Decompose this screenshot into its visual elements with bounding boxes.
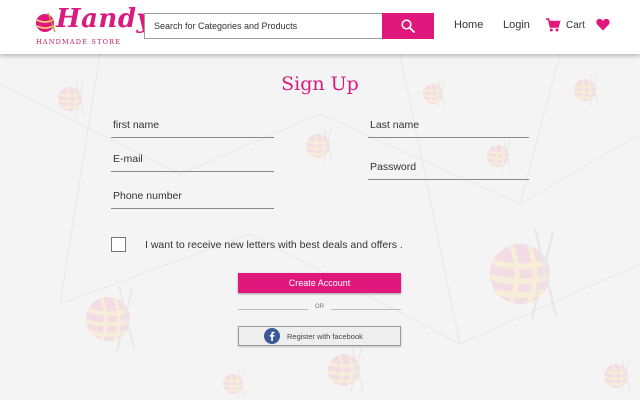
nav-cart-link[interactable]: Cart — [566, 20, 585, 31]
newsletter-label: I want to receive new letters with best … — [145, 239, 403, 251]
top-header: Handy HANDMADE STORE Home Login Cart — [0, 0, 640, 54]
page-title: Sign Up — [281, 73, 359, 95]
heart-icon[interactable] — [596, 18, 610, 31]
logo-text: Handy — [56, 4, 153, 34]
search-button[interactable] — [382, 13, 434, 39]
nav-home-link[interactable]: Home — [454, 19, 483, 31]
last-name-field[interactable] — [368, 116, 529, 138]
logo[interactable]: Handy HANDMADE STORE — [30, 4, 152, 48]
facebook-button-label: Register with facebook — [287, 332, 363, 341]
create-account-button[interactable]: Create Account — [238, 273, 401, 293]
yarn-ball-logo-icon — [36, 12, 56, 33]
divider-line-right — [331, 309, 401, 310]
search-input[interactable] — [145, 14, 383, 38]
facebook-icon — [264, 328, 280, 344]
search-icon — [401, 19, 415, 33]
or-divider: OR — [238, 304, 401, 314]
email-field[interactable] — [111, 150, 274, 172]
register-with-facebook-button[interactable]: Register with facebook — [238, 326, 401, 346]
logo-subtext: HANDMADE STORE — [36, 38, 122, 46]
nav-login-link[interactable]: Login — [503, 19, 530, 31]
first-name-field[interactable] — [111, 116, 274, 138]
newsletter-checkbox[interactable] — [111, 237, 126, 252]
search-bar — [144, 13, 434, 39]
cart-icon[interactable] — [545, 17, 561, 33]
phone-number-field[interactable] — [111, 187, 274, 209]
background-pattern — [0, 54, 640, 400]
password-field[interactable] — [368, 158, 529, 180]
